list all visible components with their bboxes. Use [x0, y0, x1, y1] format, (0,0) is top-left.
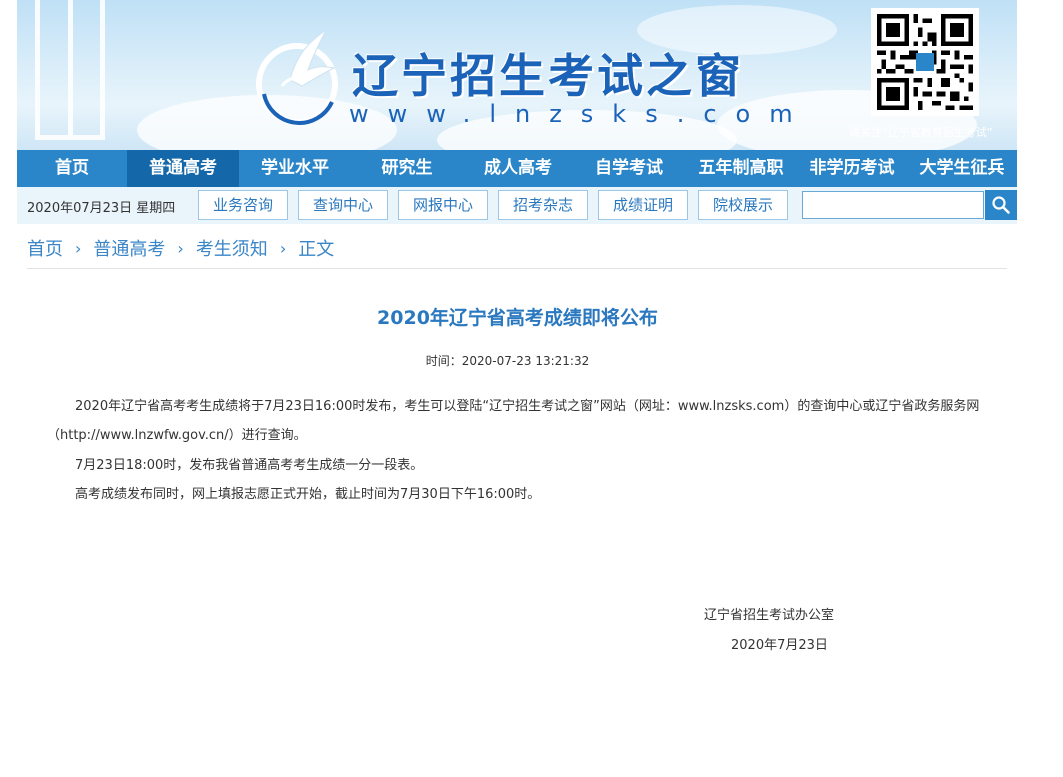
- breadcrumb-gaokao[interactable]: 普通高考: [93, 235, 165, 261]
- nav-item-feixueli[interactable]: 非学历考试: [797, 150, 907, 187]
- breadcrumb-separator: ›: [279, 238, 287, 258]
- article-paragraph: 2020年辽宁省高考考生成绩将于7月23日16:00时发布，考生可以登陆“辽宁招…: [47, 399, 980, 443]
- signature-date: 2020年7月23日: [731, 638, 828, 653]
- article-paragraph: 高考成绩发布同时，网上填报志愿正式开始，截止时间为7月30日下午16:00时。: [75, 487, 541, 502]
- nav-item-home[interactable]: 首页: [17, 150, 127, 187]
- dove-logo-icon: [256, 29, 338, 125]
- qr-code: [871, 8, 979, 116]
- nav-item-yanjiusheng[interactable]: 研究生: [351, 150, 463, 187]
- search-input[interactable]: [802, 191, 984, 219]
- search-button[interactable]: [985, 190, 1017, 220]
- site-title: 辽宁招生考试之窗: [352, 49, 744, 103]
- quick-link-consult[interactable]: 业务咨询: [198, 190, 288, 220]
- nav-item-gaokao[interactable]: 普通高考: [127, 150, 239, 187]
- quick-link-score-cert[interactable]: 成绩证明: [598, 190, 688, 220]
- signature-organization: 辽宁省招生考试办公室: [704, 608, 835, 623]
- quick-link-magazine[interactable]: 招考杂志: [498, 190, 588, 220]
- current-date: 2020年07月23日 星期四: [27, 201, 176, 216]
- window-decoration: [35, 0, 105, 140]
- article-time: 时间：2020-07-23 13:21:32: [425, 354, 590, 368]
- nav-item-zhengbing[interactable]: 大学生征兵: [907, 150, 1017, 187]
- main-nav: 首页 普通高考 学业水平 研究生 成人高考 自学考试 五年制高职 非学历考试 大…: [17, 150, 1017, 187]
- breadcrumb-separator: ›: [177, 238, 184, 258]
- breadcrumb-separator: ›: [75, 238, 82, 258]
- search-icon: [992, 196, 1010, 214]
- breadcrumb-home[interactable]: 首页: [27, 235, 63, 261]
- nav-item-xueye[interactable]: 学业水平: [239, 150, 351, 187]
- site-url: www.lnzsks.com: [349, 100, 812, 128]
- quick-link-query-center[interactable]: 查询中心: [298, 190, 388, 220]
- breadcrumb-current: 正文: [298, 239, 335, 260]
- quick-link-schools[interactable]: 院校展示: [698, 190, 788, 220]
- quick-links-bar: 2020年07月23日 星期四 业务咨询 查询中心 网报中心 招考杂志 成绩证明…: [17, 187, 1017, 224]
- nav-item-wunianzhi[interactable]: 五年制高职: [685, 150, 797, 187]
- nav-item-zixue[interactable]: 自学考试: [573, 150, 685, 187]
- nav-item-chengren[interactable]: 成人高考: [463, 150, 573, 187]
- qr-code-icon: [877, 14, 973, 110]
- article-title: 2020年辽宁省高考成绩即将公布: [377, 307, 658, 329]
- article-paragraph: 7月23日18:00时，发布我省普通高考考生成绩一分一段表。: [75, 458, 424, 473]
- quick-link-online-register[interactable]: 网报中心: [398, 190, 488, 220]
- header-banner: 辽宁招生考试之窗 www.lnzsks.com 请关注“辽宁省教育招生考试”: [17, 0, 1017, 150]
- breadcrumb-notice[interactable]: 考生须知: [196, 235, 268, 261]
- breadcrumb: 首页 › 普通高考 › 考生须知 › 正文: [27, 235, 335, 261]
- qr-caption: 请关注“辽宁省教育招生考试”: [849, 126, 993, 139]
- breadcrumb-divider: [27, 268, 1007, 269]
